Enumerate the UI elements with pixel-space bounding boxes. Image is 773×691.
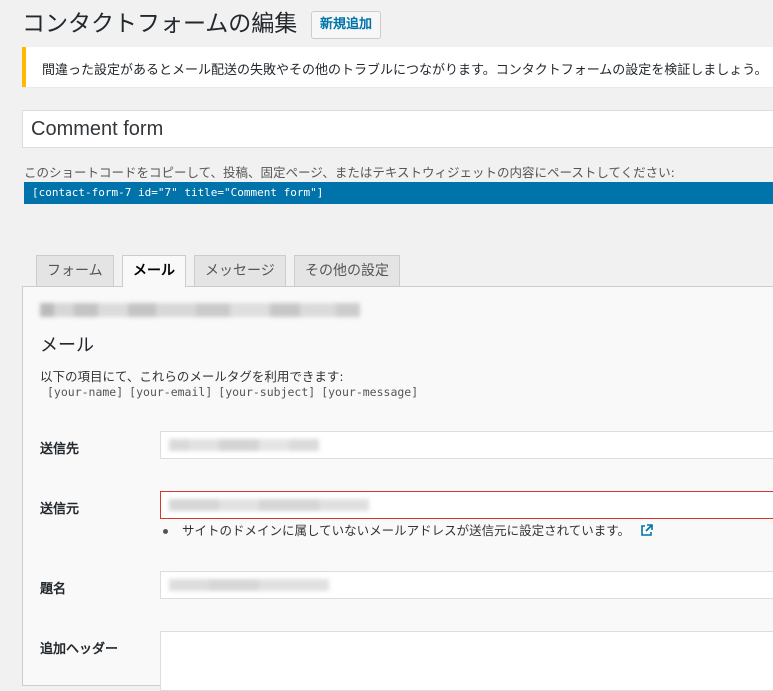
notice-text: 間違った設定があるとメール配送の失敗やその他のトラブルにつながります。コンタクト… [42,63,768,78]
page-title: コンタクトフォームの編集 [22,11,298,37]
config-warning-notice: 間違った設定があるとメール配送の失敗やその他のトラブルにつながります。コンタクト… [22,47,773,87]
additional-headers-textarea[interactable] [160,631,773,691]
tab-mail[interactable]: メール [122,255,186,287]
additional-headers-label: 追加ヘッダー [40,642,119,657]
shortcode-description: このショートコードをコピーして、投稿、固定ページ、またはテキストウィジェットの内… [24,165,675,180]
external-link-icon[interactable] [640,523,653,540]
from-error-text: サイトのドメインに属していないメールアドレスが送信元に設定されています。 [182,523,631,538]
tab-messages[interactable]: メッセージ [194,255,286,286]
redacted-value [169,439,319,451]
subject-input[interactable] [160,571,773,599]
shortcode-field[interactable]: [contact-form-7 id="7" title="Comment fo… [24,182,773,204]
from-config-error: サイトのドメインに属していないメールアドレスが送信元に設定されています。 [163,520,653,540]
redacted-value [169,499,369,511]
form-title-input[interactable]: Comment form [22,110,773,148]
tab-form[interactable]: フォーム [36,255,114,286]
mailtag[interactable]: [your-message] [321,385,418,399]
to-input[interactable] [160,431,773,459]
redacted-text [40,303,360,317]
from-label: 送信元 [40,502,80,517]
bullet-icon [163,529,168,534]
to-label: 送信先 [40,442,80,457]
mailtag[interactable]: [your-name] [47,385,123,399]
tab-additional-settings[interactable]: その他の設定 [294,255,400,286]
from-input[interactable] [160,491,773,519]
mailtag-list: [your-name] [your-email] [your-subject] [yo… [47,385,424,399]
mailtag[interactable]: [your-email] [129,385,212,399]
mail-section-title: メール [40,335,94,356]
redacted-value [169,579,329,591]
mailtag[interactable]: [your-subject] [218,385,315,399]
mail-panel [22,286,773,686]
subject-label: 題名 [40,582,67,597]
add-new-button[interactable]: 新規追加 [311,11,382,39]
mailtags-description: 以下の項目にて、これらのメールタグを利用できます: [40,369,344,384]
